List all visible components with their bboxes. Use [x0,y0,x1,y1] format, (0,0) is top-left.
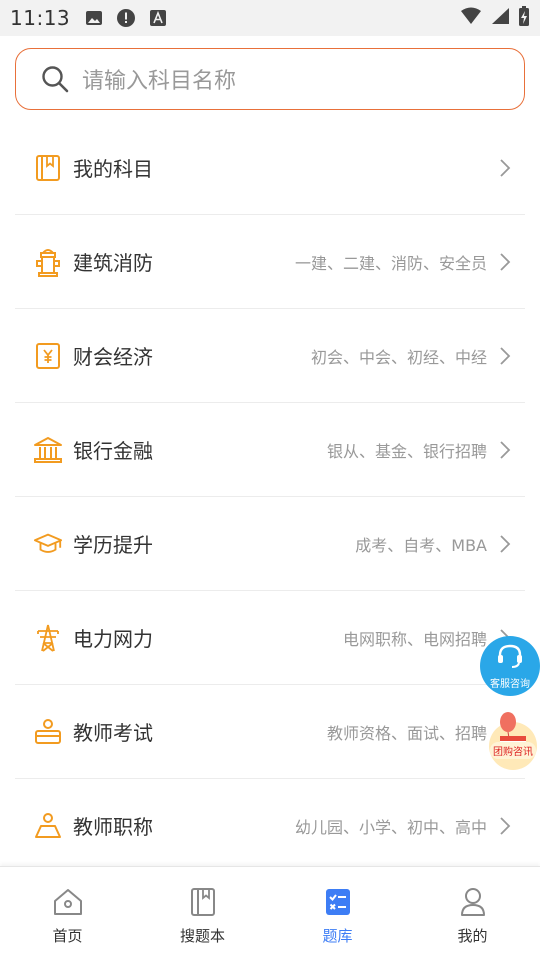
chevron-right-icon [499,440,511,460]
category-list: 我的科目 建筑消防 一建、二建、消防、安全员 财会经济 初会、中会、初经、中经 … [15,121,525,873]
category-subtitle: 银从、基金、银行招聘 [326,441,487,461]
category-title: 电力网力 [73,627,153,651]
yen-document-icon [33,341,63,371]
category-row-construction-fire[interactable]: 建筑消防 一建、二建、消防、安全员 [15,215,525,309]
status-bar: 11:13 [0,0,540,36]
customer-service-label: 客服咨询 [490,678,530,690]
group-buy-button[interactable]: 团购咨讯 [486,708,540,772]
search-icon [40,64,70,94]
customer-service-button[interactable]: 客服咨询 [480,636,540,696]
chevron-right-icon [499,158,511,178]
bottom-nav: 首页 搜题本 题库 我的 [0,866,540,960]
category-title: 学历提升 [73,533,153,557]
category-title: 银行金融 [73,439,153,463]
category-row-finance-economics[interactable]: 财会经济 初会、中会、初经、中经 [15,309,525,403]
home-icon [51,885,85,919]
nav-question-notebook-label: 搜题本 [179,927,225,945]
category-title: 财会经济 [73,345,153,369]
cellular-signal-icon [490,7,510,29]
teacher-desk-icon [33,717,63,747]
battery-charging-icon [518,5,530,31]
category-row-education-upgrade[interactable]: 学历提升 成考、自考、MBA [15,497,525,591]
chevron-right-icon [499,252,511,272]
gift-balloon-icon [486,712,540,776]
question-bank-icon [321,885,355,919]
category-row-teacher-exam[interactable]: 教师考试 教师资格、面试、招聘 [15,685,525,779]
nav-home[interactable]: 首页 [0,867,135,960]
nav-profile[interactable]: 我的 [405,867,540,960]
bank-icon [33,435,63,465]
image-notification-icon [84,8,104,28]
nav-question-notebook[interactable]: 搜题本 [135,867,270,960]
chevron-right-icon [499,534,511,554]
nav-question-bank[interactable]: 题库 [270,867,405,960]
category-subtitle: 教师资格、面试、招聘 [326,723,487,743]
fire-hydrant-icon [33,247,63,277]
category-subtitle: 电网职称、电网招聘 [342,629,487,649]
book-icon [33,153,63,183]
chevron-right-icon [499,816,511,836]
person-icon [456,885,490,919]
graduation-cap-icon [33,529,63,559]
wifi-icon [460,7,482,29]
category-subtitle: 幼儿园、小学、初中、高中 [294,817,487,837]
headset-icon [496,643,524,673]
power-tower-icon [33,623,63,653]
status-time: 11:13 [10,6,71,30]
notebook-icon [186,885,220,919]
category-title: 建筑消防 [73,251,153,275]
category-row-my-subjects[interactable]: 我的科目 [15,121,525,215]
group-buy-label: 团购咨讯 [490,742,536,759]
app-notification-icon [148,8,168,28]
search-placeholder: 请输入科目名称 [82,69,237,94]
nav-home-label: 首页 [52,927,83,945]
chevron-right-icon [499,346,511,366]
nav-profile-label: 我的 [457,927,488,945]
alert-notification-icon [116,8,136,28]
teacher-podium-icon [33,811,63,841]
category-row-teacher-title[interactable]: 教师职称 幼儿园、小学、初中、高中 [15,779,525,873]
nav-question-bank-label: 题库 [322,927,353,945]
subject-search-input[interactable]: 请输入科目名称 [15,48,525,110]
category-subtitle: 一建、二建、消防、安全员 [294,253,487,273]
category-row-power-grid[interactable]: 电力网力 电网职称、电网招聘 [15,591,525,685]
category-title: 教师职称 [73,815,153,839]
category-title: 我的科目 [73,157,153,181]
category-subtitle: 成考、自考、MBA [355,535,487,555]
category-row-banking-finance[interactable]: 银行金融 银从、基金、银行招聘 [15,403,525,497]
category-title: 教师考试 [73,721,153,745]
category-subtitle: 初会、中会、初经、中经 [310,347,487,367]
